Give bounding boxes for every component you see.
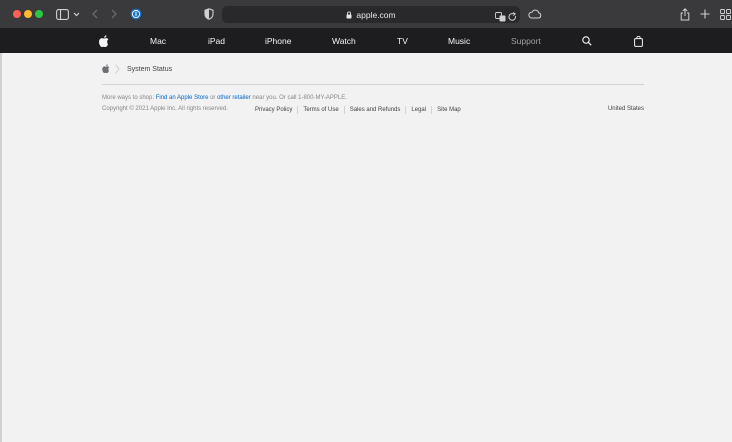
- nav-item-iphone[interactable]: iPhone: [265, 29, 291, 53]
- footer-divider: [102, 84, 644, 85]
- nav-item-support[interactable]: Support: [511, 29, 541, 53]
- breadcrumb: System Status: [102, 64, 172, 74]
- bag-icon[interactable]: [634, 29, 643, 53]
- sales-refunds-link[interactable]: Sales and Refunds: [345, 106, 407, 114]
- copyright-text: Copyright © 2021 Apple Inc. All rights r…: [102, 106, 228, 112]
- close-window-button[interactable]: [13, 10, 21, 18]
- site-map-link[interactable]: Site Map: [432, 106, 466, 114]
- password-manager-icon[interactable]: [130, 7, 142, 21]
- nav-item-ipad[interactable]: iPad: [208, 29, 225, 53]
- shop-prefix: More ways to shop:: [102, 95, 156, 101]
- reload-icon[interactable]: [508, 9, 517, 27]
- nav-item-music[interactable]: Music: [448, 29, 470, 53]
- cloud-icon[interactable]: [528, 7, 542, 21]
- nav-item-mac[interactable]: Mac: [150, 29, 166, 53]
- share-icon[interactable]: [679, 7, 690, 21]
- plus-icon[interactable]: [699, 7, 710, 21]
- minimize-window-button[interactable]: [24, 10, 32, 18]
- chevron-right-icon: [115, 64, 120, 74]
- country-selector[interactable]: United States: [608, 106, 644, 112]
- terms-of-use-link[interactable]: Terms of Use: [298, 106, 345, 114]
- shield-icon[interactable]: [203, 7, 215, 21]
- nav-item-watch[interactable]: Watch: [332, 29, 356, 53]
- shop-suffix: near you. Or call 1-800-MY-APPLE.: [250, 95, 347, 101]
- footer-legal: Copyright © 2021 Apple Inc. All rights r…: [102, 106, 644, 116]
- nav-item-tv[interactable]: TV: [397, 29, 408, 53]
- legal-links: Privacy Policy Terms of Use Sales and Re…: [255, 106, 466, 114]
- shop-or: or: [208, 95, 218, 101]
- tab-overview-icon[interactable]: [720, 7, 731, 21]
- shop-options-text: More ways to shop: Find an Apple Store o…: [102, 95, 347, 101]
- legal-link[interactable]: Legal: [406, 106, 433, 114]
- address-bar[interactable]: apple.com: [222, 6, 520, 23]
- find-store-link[interactable]: Find an Apple Store: [156, 95, 209, 101]
- chevron-down-icon[interactable]: [72, 7, 80, 21]
- back-icon[interactable]: [91, 7, 99, 21]
- browser-toolbar: apple.com: [0, 0, 732, 29]
- global-nav: Mac iPad iPhone Watch TV Music Support: [0, 29, 732, 53]
- privacy-policy-link[interactable]: Privacy Policy: [255, 106, 299, 114]
- search-icon[interactable]: [582, 29, 592, 53]
- fullscreen-window-button[interactable]: [35, 10, 43, 18]
- sidebar-icon[interactable]: [56, 7, 69, 21]
- apple-logo-icon[interactable]: [99, 29, 109, 53]
- page-content: System Status More ways to shop: Find an…: [0, 53, 732, 442]
- apple-home-icon[interactable]: [102, 60, 110, 78]
- other-retailer-link[interactable]: other retailer: [217, 95, 251, 101]
- url-text[interactable]: apple.com: [356, 10, 395, 20]
- breadcrumb-current: System Status: [127, 65, 173, 73]
- translate-icon[interactable]: [495, 9, 506, 27]
- forward-icon[interactable]: [110, 7, 118, 21]
- lock-icon: [346, 11, 352, 19]
